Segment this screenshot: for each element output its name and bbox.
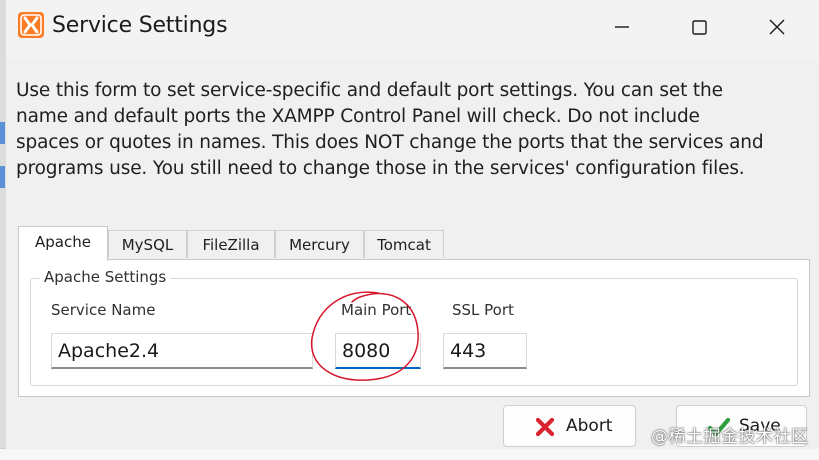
background-window-bottom [0, 448, 819, 460]
tab-mysql[interactable]: MySQL [108, 230, 187, 258]
tab-filezilla[interactable]: FileZilla [187, 230, 275, 258]
instructions-line: Use this form to set service-specific an… [16, 80, 723, 101]
minimize-button[interactable] [599, 10, 645, 44]
minimize-icon [615, 26, 629, 28]
abort-button-label: Abort [566, 416, 613, 436]
instructions-line: spaces or quotes in names. This does NOT… [16, 132, 764, 153]
tab-tomcat[interactable]: Tomcat [364, 230, 444, 258]
service-name-input[interactable]: Apache2.4 [51, 333, 313, 369]
hand-drawn-circle-annotation [310, 291, 419, 381]
group-title: Apache Settings [40, 268, 171, 286]
dialog-title: Service Settings [52, 13, 228, 38]
close-icon [769, 19, 785, 35]
xampp-logo-icon [18, 12, 44, 38]
instructions-line: name and default ports the XAMPP Control… [16, 106, 700, 127]
maximize-button[interactable] [676, 10, 722, 44]
tab-apache[interactable]: Apache [18, 226, 108, 261]
service-name-label: Service Name [51, 301, 156, 319]
tab-mercury[interactable]: Mercury [275, 230, 364, 258]
service-settings-dialog: Service Settings Use this form to set se… [6, 0, 819, 449]
abort-button[interactable]: Abort [503, 405, 636, 447]
ssl-port-input[interactable]: 443 [443, 333, 527, 369]
title-bar[interactable]: Service Settings [6, 0, 819, 58]
close-button[interactable] [754, 10, 800, 44]
watermark-text: @稀土掘金技术社区 [651, 427, 809, 447]
maximize-icon [692, 20, 707, 35]
background-window-fragment [0, 122, 5, 144]
instructions-text: Use this form to set service-specific an… [16, 78, 806, 182]
instructions-line: programs use. You still need to change t… [16, 158, 745, 179]
red-x-icon [535, 417, 555, 437]
background-window-fragment [0, 166, 5, 188]
ssl-port-label: SSL Port [452, 301, 514, 319]
